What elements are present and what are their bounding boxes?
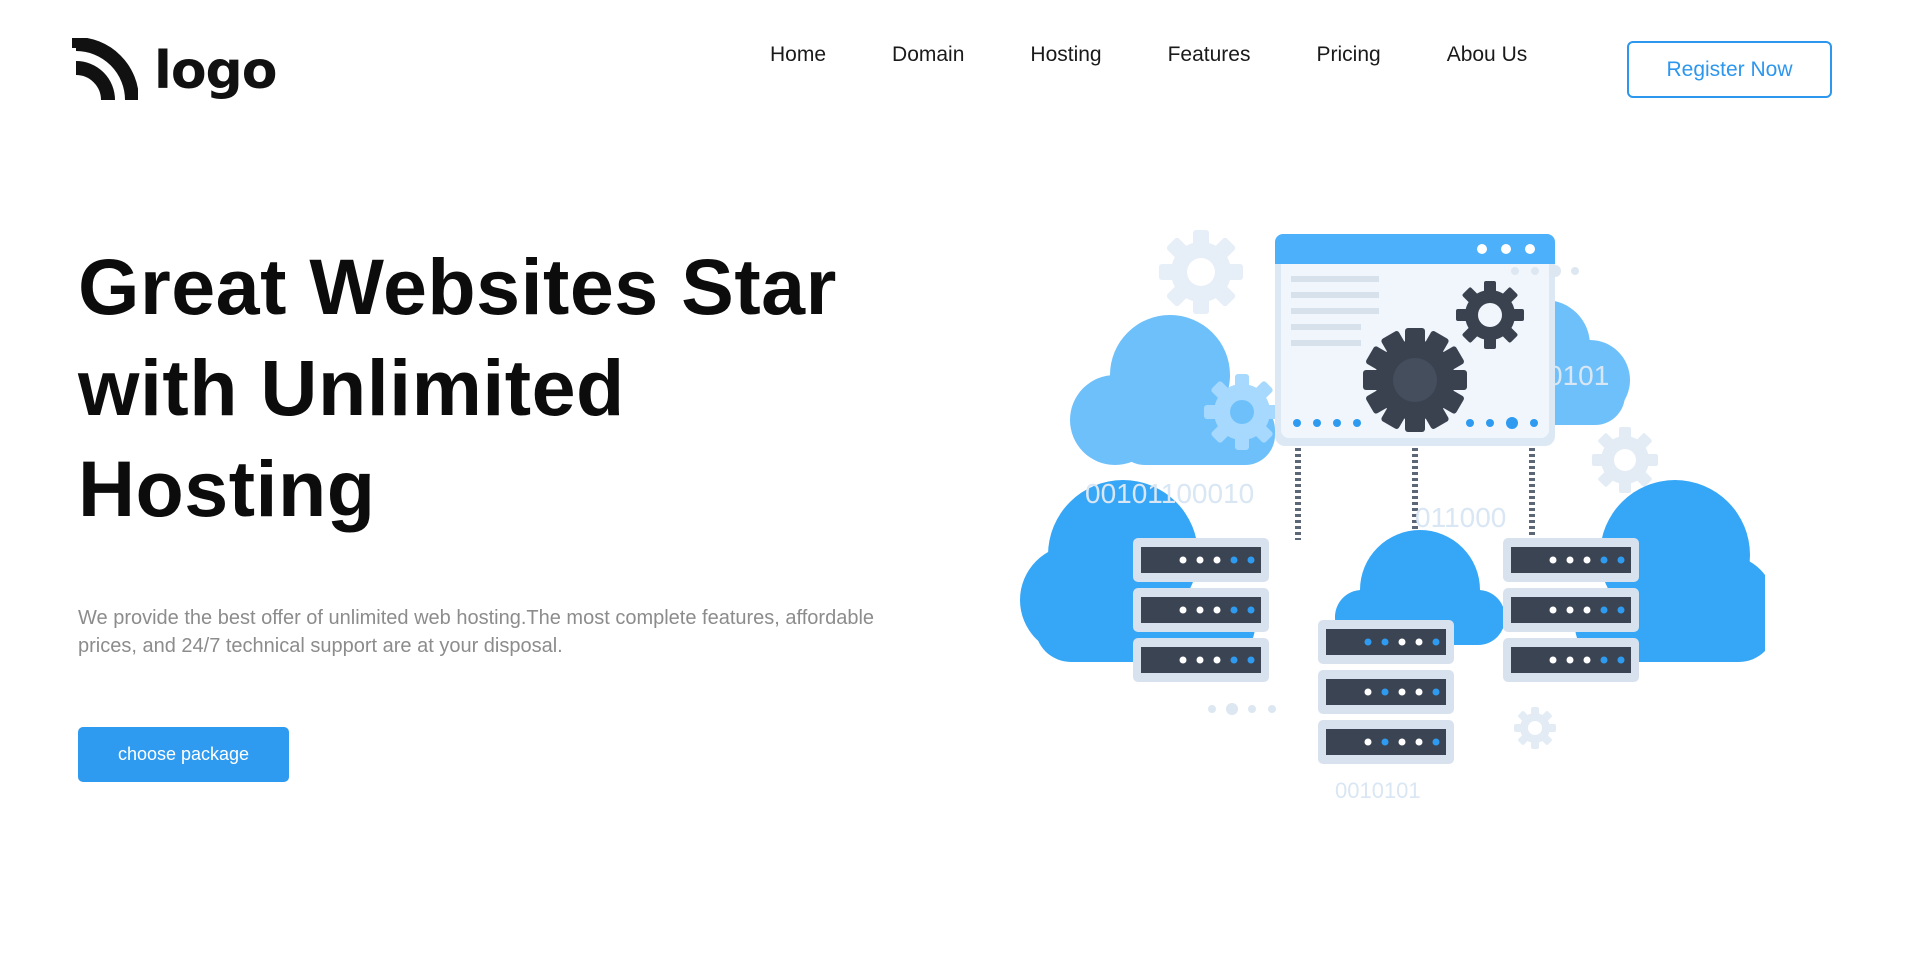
logo[interactable]: logo bbox=[72, 38, 277, 104]
binary-text: 0101 bbox=[1547, 360, 1609, 391]
light-gear-icon bbox=[1159, 230, 1243, 314]
main-nav: Home Domain Hosting Features Pricing Abo… bbox=[770, 38, 1593, 72]
hosting-illustration: 0101 00101100010 011000 0010101 bbox=[1020, 230, 1765, 803]
register-now-button[interactable]: Register Now bbox=[1627, 41, 1832, 98]
nav-about-us[interactable]: Abou Us bbox=[1447, 38, 1528, 72]
gear-icon bbox=[1204, 374, 1280, 450]
logo-icon bbox=[72, 38, 138, 101]
binary-text: 0010101 bbox=[1335, 778, 1421, 803]
server-rack-icon bbox=[1318, 620, 1454, 764]
server-rack-icon bbox=[1503, 538, 1639, 682]
hero-title: Great Websites Star with Unlimited Hosti… bbox=[78, 242, 837, 533]
light-gear-icon bbox=[1592, 427, 1658, 493]
light-gear-icon bbox=[1514, 707, 1556, 749]
binary-text: 00101100010 bbox=[1085, 478, 1254, 509]
nav-pricing[interactable]: Pricing bbox=[1316, 38, 1380, 72]
choose-package-button[interactable]: choose package bbox=[78, 727, 289, 782]
nav-domain[interactable]: Domain bbox=[892, 38, 964, 72]
site-header: logo Home Domain Hosting Features Pricin… bbox=[0, 0, 1913, 140]
browser-window-icon bbox=[1275, 234, 1555, 446]
hero-description: We provide the best offer of unlimited w… bbox=[78, 607, 875, 657]
logo-text: logo bbox=[154, 41, 277, 101]
nav-features[interactable]: Features bbox=[1168, 38, 1251, 72]
nav-home[interactable]: Home bbox=[770, 38, 826, 72]
binary-text: 011000 bbox=[1415, 502, 1506, 533]
server-rack-icon bbox=[1133, 538, 1269, 682]
nav-hosting[interactable]: Hosting bbox=[1030, 38, 1101, 72]
